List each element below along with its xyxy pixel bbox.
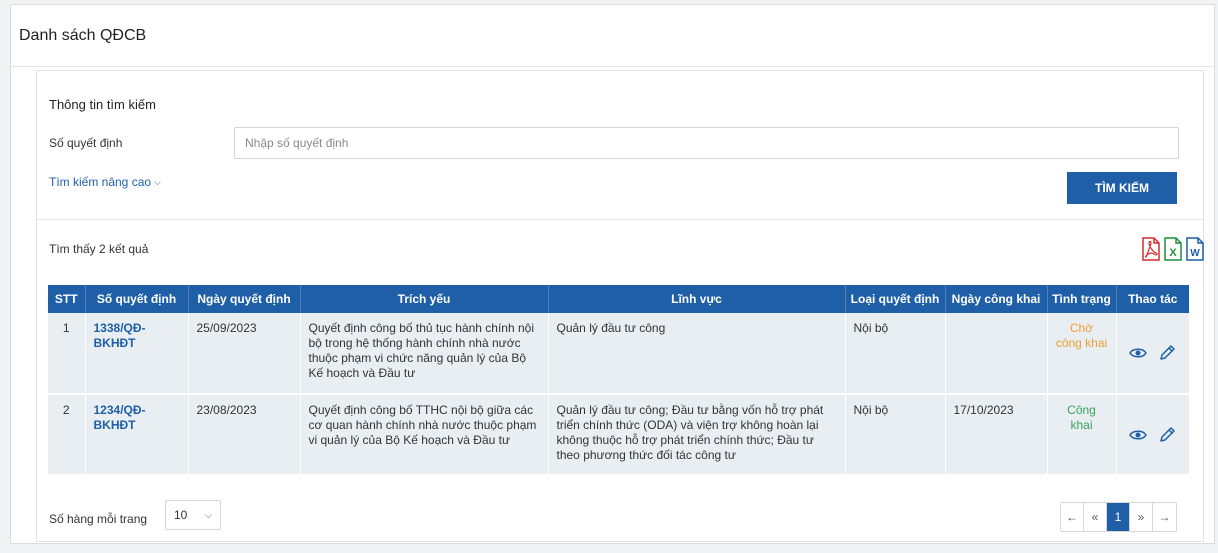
rows-per-page-value: 10 — [174, 508, 188, 522]
advanced-search-link[interactable]: Tìm kiếm nâng cao ⌵ — [49, 175, 161, 189]
row-summary: Quyết định công bố TTHC nội bộ giữa các … — [300, 394, 549, 476]
column-header: Thao tác — [1116, 285, 1189, 313]
row-stt: 1 — [48, 313, 86, 395]
rows-per-page-label: Số hàng mỗi trang — [49, 512, 148, 526]
first-page-button[interactable]: ← — [1061, 503, 1084, 531]
svg-text:W: W — [1190, 248, 1200, 259]
decision-number-label: Số quyết định — [49, 136, 123, 150]
row-field: Quản lý đầu tư công — [548, 313, 846, 395]
chevron-down-icon: ⌵ — [154, 176, 161, 187]
row-type: Nội bộ — [845, 313, 946, 395]
pagination: ← « 1 » → — [1060, 502, 1177, 532]
pdf-icon[interactable] — [1141, 237, 1161, 261]
decision-number-input[interactable] — [234, 127, 1179, 159]
prev-page-button[interactable]: « — [1084, 503, 1107, 531]
row-stt: 2 — [48, 394, 86, 476]
column-header: Số quyết định — [85, 285, 189, 313]
last-page-button[interactable]: → — [1153, 503, 1176, 531]
row-actions — [1116, 394, 1189, 476]
main-panel: Danh sách QĐCB Thông tin tìm kiếm Số quy… — [10, 4, 1215, 544]
column-header: Lĩnh vực — [548, 285, 846, 313]
row-decision-number: 1234/QĐ-BKHĐT — [85, 394, 189, 476]
row-decision-date: 23/08/2023 — [188, 394, 301, 476]
word-icon[interactable]: W — [1185, 237, 1205, 261]
search-button[interactable]: TÌM KIẾM — [1067, 172, 1177, 204]
row-decision-number: 1338/QĐ-BKHĐT — [85, 313, 189, 395]
status-badge: Công khai — [1047, 394, 1117, 476]
current-page-button[interactable]: 1 — [1107, 503, 1130, 531]
column-header: Tình trạng — [1047, 285, 1117, 313]
status-badge: Chờ công khai — [1047, 313, 1117, 395]
row-field: Quản lý đầu tư công; Đầu tư bằng vốn hỗ … — [548, 394, 846, 476]
column-header: Ngày công khai — [945, 285, 1048, 313]
pencil-icon[interactable] — [1157, 425, 1177, 445]
eye-icon[interactable] — [1128, 343, 1148, 363]
svg-text:X: X — [1169, 247, 1177, 259]
row-decision-date: 25/09/2023 — [188, 313, 301, 395]
table-row: 2 1234/QĐ-BKHĐT 23/08/2023 Quyết định cô… — [48, 394, 1189, 476]
pencil-icon[interactable] — [1157, 343, 1177, 363]
decision-number-link[interactable]: 1234/QĐ-BKHĐT — [94, 403, 146, 432]
row-actions — [1116, 313, 1189, 395]
next-page-button[interactable]: » — [1130, 503, 1153, 531]
column-header: STT — [48, 285, 86, 313]
divider — [37, 219, 1203, 220]
export-toolbar: X W — [1141, 237, 1205, 261]
search-title: Thông tin tìm kiếm — [49, 97, 156, 112]
row-summary: Quyết định công bố thủ tục hành chính nộ… — [300, 313, 549, 395]
column-header: Ngày quyết định — [188, 285, 301, 313]
excel-icon[interactable]: X — [1163, 237, 1183, 261]
row-public-date: 17/10/2023 — [945, 394, 1048, 476]
page-title: Danh sách QĐCB — [11, 5, 1214, 67]
chevron-down-icon: ⌵ — [205, 509, 212, 520]
table-row: 1 1338/QĐ-BKHĐT 25/09/2023 Quyết định cô… — [48, 313, 1189, 395]
column-header: Trích yếu — [300, 285, 549, 313]
rows-per-page-select[interactable]: 10 ⌵ — [165, 500, 221, 530]
advanced-search-label: Tìm kiếm nâng cao — [49, 175, 152, 189]
table-header-row: STT Số quyết định Ngày quyết định Trích … — [48, 285, 1189, 313]
search-section: Thông tin tìm kiếm Số quyết định Tìm kiế… — [36, 70, 1204, 542]
decision-number-link[interactable]: 1338/QĐ-BKHĐT — [94, 321, 146, 350]
results-table: STT Số quyết định Ngày quyết định Trích … — [48, 285, 1189, 476]
eye-icon[interactable] — [1128, 425, 1148, 445]
result-count: Tìm thấy 2 kết quả — [49, 242, 149, 256]
row-type: Nội bộ — [845, 394, 946, 476]
row-public-date — [945, 313, 1048, 395]
column-header: Loại quyết định — [845, 285, 946, 313]
